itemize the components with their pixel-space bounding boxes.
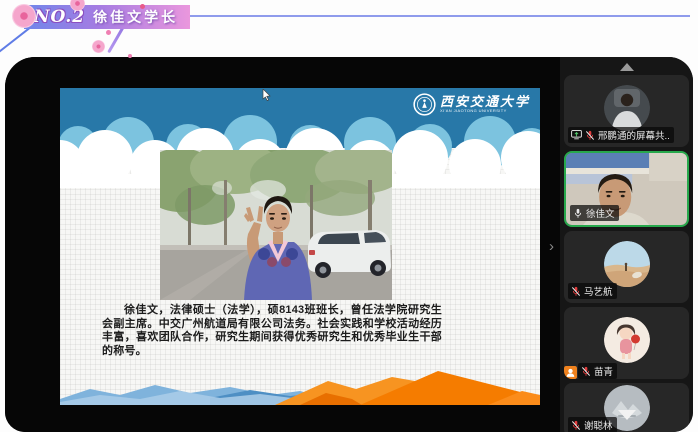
participant-name: 苗青 bbox=[594, 364, 613, 378]
university-name-cn: 西安交通大学 bbox=[440, 95, 530, 109]
participant-tile-speaker[interactable]: 徐佳文 bbox=[564, 151, 689, 227]
participant-name: 马艺航 bbox=[584, 284, 613, 298]
avatar bbox=[604, 241, 650, 287]
participant-name: 徐佳文 bbox=[586, 206, 615, 220]
mountain-footer-graphic bbox=[60, 369, 540, 405]
university-emblem-icon bbox=[413, 93, 436, 116]
avatar bbox=[604, 85, 650, 131]
graduate-photo bbox=[160, 150, 392, 300]
screen-share-area: 西安交通大学 XI'AN JIAOTONG UNIVERSITY bbox=[5, 57, 560, 432]
petal-dot-decoration bbox=[128, 54, 132, 58]
live-mic-icon bbox=[573, 208, 583, 219]
participants-sidebar: 邢鹏通的屏幕共.. bbox=[560, 57, 693, 432]
muted-mic-icon bbox=[571, 420, 581, 431]
scroll-down-icon[interactable] bbox=[618, 410, 636, 420]
scroll-up-icon[interactable] bbox=[620, 63, 634, 71]
participant-tile[interactable]: 马艺航 bbox=[564, 231, 689, 303]
banner-underline bbox=[189, 15, 690, 17]
presentation-slide: 西安交通大学 XI'AN JIAOTONG UNIVERSITY bbox=[60, 88, 540, 405]
meeting-window: 西安交通大学 XI'AN JIAOTONG UNIVERSITY bbox=[5, 57, 693, 432]
university-name-en: XI'AN JIAOTONG UNIVERSITY bbox=[440, 109, 530, 113]
participant-tile-sharer[interactable]: 邢鹏通的屏幕共.. bbox=[564, 75, 689, 147]
sakura-flower-icon bbox=[12, 4, 36, 28]
expand-panel-chevron[interactable]: › bbox=[549, 239, 554, 254]
screen-share-icon bbox=[571, 130, 582, 140]
participant-name: 邢鹏通的屏幕共.. bbox=[598, 128, 670, 142]
university-logo: 西安交通大学 XI'AN JIAOTONG UNIVERSITY bbox=[413, 93, 530, 116]
participant-tile[interactable]: 苗青 bbox=[564, 307, 689, 379]
mouse-cursor-icon bbox=[262, 89, 271, 101]
session-title: 徐佳文学长 bbox=[93, 7, 178, 27]
meeting-screenshot: NO.2 徐佳文学长 bbox=[0, 0, 698, 432]
muted-mic-icon bbox=[571, 286, 581, 297]
member-badge-icon bbox=[564, 366, 577, 379]
white-car bbox=[308, 230, 391, 278]
avatar bbox=[604, 317, 650, 363]
bio-text: 徐佳文，法律硕士（法学），硕8143班班长，曾任法学院研究生会副主席。中交广州航… bbox=[102, 304, 442, 358]
petal-dot-decoration bbox=[106, 30, 111, 35]
session-banner: NO.2 徐佳文学长 bbox=[24, 5, 190, 29]
participant-tile[interactable]: 谢聪林 bbox=[564, 383, 689, 432]
sakura-flower-icon bbox=[92, 40, 105, 53]
participant-name: 谢聪林 bbox=[584, 418, 613, 432]
muted-mic-icon bbox=[585, 130, 595, 141]
muted-mic-icon bbox=[581, 366, 591, 377]
petal-dot-decoration bbox=[140, 4, 145, 9]
branch-streak-decoration bbox=[0, 26, 32, 56]
